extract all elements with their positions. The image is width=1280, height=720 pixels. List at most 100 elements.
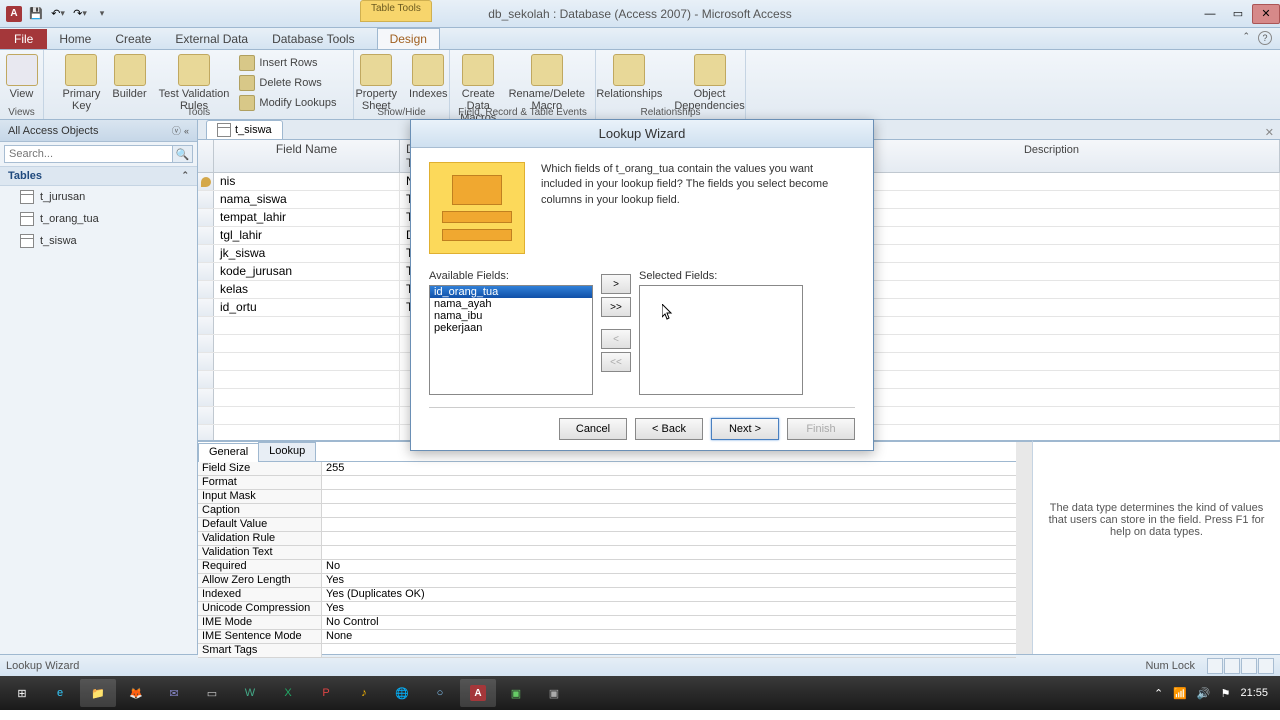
- undo-icon[interactable]: ↶▾: [48, 4, 68, 24]
- finish-button[interactable]: Finish: [787, 418, 855, 440]
- tray-clock[interactable]: 21:55: [1240, 687, 1268, 699]
- property-row[interactable]: Unicode CompressionYes: [198, 602, 1016, 616]
- ie-icon[interactable]: e: [42, 679, 78, 707]
- delete-rows-button[interactable]: Delete Rows: [237, 74, 338, 92]
- nav-item-t-jurusan[interactable]: t_jurusan: [0, 186, 197, 208]
- property-row[interactable]: Format: [198, 476, 1016, 490]
- selected-fields-listbox[interactable]: [639, 285, 803, 395]
- cortana-icon[interactable]: ○: [422, 679, 458, 707]
- prop-scrollbar[interactable]: [1016, 440, 1032, 654]
- wizard-prompt: Which fields of t_orang_tua contain the …: [541, 162, 855, 254]
- back-button[interactable]: < Back: [635, 418, 703, 440]
- doc-tab-t-siswa[interactable]: t_siswa: [206, 120, 283, 139]
- prop-tab-lookup[interactable]: Lookup: [258, 442, 316, 461]
- view-form-icon[interactable]: [1258, 658, 1274, 674]
- close-button[interactable]: ✕: [1252, 4, 1280, 24]
- list-item[interactable]: nama_ayah: [430, 298, 592, 310]
- test-validation-button[interactable]: Test Validation Rules: [155, 52, 234, 114]
- property-row[interactable]: IndexedYes (Duplicates OK): [198, 588, 1016, 602]
- explorer-icon[interactable]: 📁: [80, 679, 116, 707]
- list-item[interactable]: nama_ibu: [430, 310, 592, 322]
- add-button[interactable]: >: [601, 274, 631, 294]
- insert-rows-button[interactable]: Insert Rows: [237, 54, 338, 72]
- col-field-name[interactable]: Field Name: [214, 140, 400, 172]
- relationships-button[interactable]: Relationships: [592, 52, 666, 114]
- property-row[interactable]: RequiredNo: [198, 560, 1016, 574]
- chrome-icon[interactable]: 🌐: [384, 679, 420, 707]
- taskview-icon[interactable]: ▭: [194, 679, 230, 707]
- primary-key-button[interactable]: Primary Key: [59, 52, 105, 114]
- property-row[interactable]: Field Size255: [198, 462, 1016, 476]
- tray-volume-icon[interactable]: 🔊: [1197, 687, 1211, 700]
- powerpoint-icon[interactable]: P: [308, 679, 344, 707]
- doc-close-icon[interactable]: ✕: [1259, 126, 1280, 139]
- nav-header[interactable]: All Access Objects ⓥ «: [0, 120, 197, 142]
- property-pane: General Lookup Field Size255FormatInput …: [198, 440, 1280, 654]
- property-row[interactable]: Validation Text: [198, 546, 1016, 560]
- nav-item-t-siswa[interactable]: t_siswa: [0, 230, 197, 252]
- search-icon[interactable]: 🔍: [173, 145, 193, 163]
- redo-icon[interactable]: ↷▾: [70, 4, 90, 24]
- wizard-illustration: [429, 162, 525, 254]
- tab-home[interactable]: Home: [47, 29, 103, 49]
- start-button[interactable]: ⊞: [4, 679, 40, 707]
- help-icon[interactable]: ?: [1258, 31, 1272, 45]
- available-fields-listbox[interactable]: id_orang_tuanama_ayahnama_ibupekerjaan: [429, 285, 593, 395]
- property-row[interactable]: IME ModeNo Control: [198, 616, 1016, 630]
- mail-icon[interactable]: ✉: [156, 679, 192, 707]
- property-row[interactable]: Allow Zero LengthYes: [198, 574, 1016, 588]
- view-button[interactable]: View: [2, 52, 42, 102]
- table-icon: [20, 190, 34, 204]
- minimize-button[interactable]: —: [1196, 4, 1224, 24]
- qat-customize-icon[interactable]: ▾: [92, 4, 112, 24]
- list-item[interactable]: pekerjaan: [430, 322, 592, 334]
- prop-tab-general[interactable]: General: [198, 443, 259, 462]
- nav-group-tables[interactable]: Tables⌃: [0, 167, 197, 186]
- cancel-button[interactable]: Cancel: [559, 418, 627, 440]
- access-taskbar-icon[interactable]: A: [460, 679, 496, 707]
- tray-flag-icon[interactable]: ⚑: [1221, 687, 1231, 700]
- property-row[interactable]: Input Mask: [198, 490, 1016, 504]
- app3-icon[interactable]: ▣: [536, 679, 572, 707]
- tray-up-icon[interactable]: ⌃: [1154, 687, 1163, 700]
- indexes-button[interactable]: Indexes: [405, 52, 452, 114]
- view-datasheet-icon[interactable]: [1207, 658, 1223, 674]
- window-title: db_sekolah : Database (Access 2007) - Mi…: [488, 7, 791, 21]
- tab-external-data[interactable]: External Data: [163, 29, 260, 49]
- remove-button[interactable]: <: [601, 329, 631, 349]
- property-sheet-button[interactable]: Property Sheet: [351, 52, 401, 114]
- builder-button[interactable]: Builder: [108, 52, 150, 114]
- next-button[interactable]: Next >: [711, 418, 779, 440]
- tab-database-tools[interactable]: Database Tools: [260, 29, 367, 49]
- property-row[interactable]: Caption: [198, 504, 1016, 518]
- group-relationships: Relationships: [596, 107, 745, 118]
- firefox-icon[interactable]: 🦊: [118, 679, 154, 707]
- app-icon[interactable]: ♪: [346, 679, 382, 707]
- primary-key-icon: [201, 177, 211, 187]
- object-dependencies-button[interactable]: Object Dependencies: [670, 52, 748, 114]
- app2-icon[interactable]: ▣: [498, 679, 534, 707]
- list-item[interactable]: id_orang_tua: [430, 286, 592, 298]
- maximize-button[interactable]: ▭: [1224, 4, 1252, 24]
- view-design-icon[interactable]: [1224, 658, 1240, 674]
- search-input[interactable]: [4, 145, 173, 163]
- word-icon[interactable]: W: [232, 679, 268, 707]
- property-row[interactable]: Smart Tags: [198, 644, 1016, 658]
- property-row[interactable]: IME Sentence ModeNone: [198, 630, 1016, 644]
- property-row[interactable]: Validation Rule: [198, 532, 1016, 546]
- remove-all-button[interactable]: <<: [601, 352, 631, 372]
- tab-design[interactable]: Design: [377, 28, 440, 49]
- tab-create[interactable]: Create: [103, 29, 163, 49]
- view-sql-icon[interactable]: [1241, 658, 1257, 674]
- tray-network-icon[interactable]: 📶: [1173, 687, 1187, 700]
- excel-icon[interactable]: X: [270, 679, 306, 707]
- taskbar: ⊞ e 📁 🦊 ✉ ▭ W X P ♪ 🌐 ○ A ▣ ▣ ⌃ 📶 🔊 ⚑ 21…: [0, 676, 1280, 710]
- nav-item-t-orang-tua[interactable]: t_orang_tua: [0, 208, 197, 230]
- ribbon-minimize-icon[interactable]: ⌃: [1242, 31, 1250, 42]
- add-all-button[interactable]: >>: [601, 297, 631, 317]
- property-row[interactable]: Default Value: [198, 518, 1016, 532]
- app-icon: A: [4, 4, 24, 24]
- status-text: Lookup Wizard: [6, 660, 79, 672]
- tab-file[interactable]: File: [0, 29, 47, 49]
- save-icon[interactable]: 💾: [26, 4, 46, 24]
